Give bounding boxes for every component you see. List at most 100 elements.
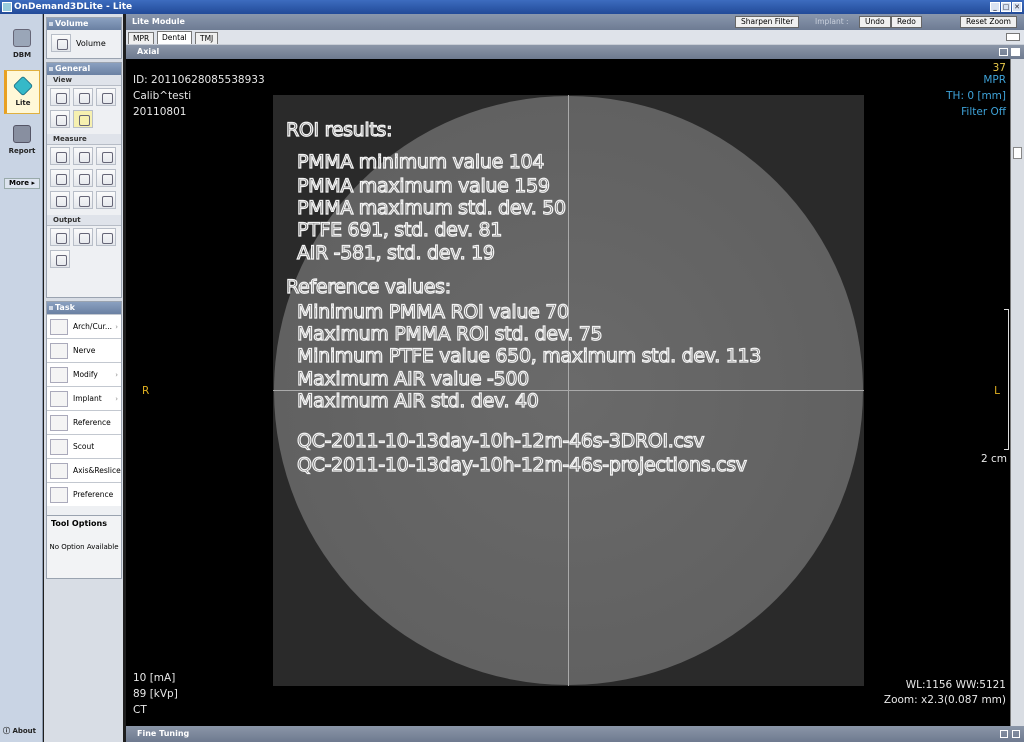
- roi-line: Maximum PMMA ROI std. dev. 75: [296, 322, 603, 345]
- area-measure-icon[interactable]: [73, 147, 93, 165]
- eraser-icon[interactable]: [73, 191, 93, 209]
- output-subheader: Output: [47, 215, 121, 226]
- tab-tmj[interactable]: TMJ: [195, 32, 219, 44]
- close-icon[interactable]: ✕: [1012, 2, 1022, 12]
- roi-line: QC-2011-10-13day-10h-12m-46s-3DROI.csv: [296, 429, 705, 452]
- task-item[interactable]: Reference: [47, 410, 121, 434]
- ruler-icon[interactable]: [50, 147, 70, 165]
- tool-options-header: Tool Options: [51, 519, 107, 528]
- cube-icon: [12, 75, 34, 97]
- fine-tuning-pin-icon[interactable]: [1000, 730, 1008, 738]
- app-icon: [2, 2, 12, 12]
- chevron-right-icon: ›: [115, 394, 118, 403]
- maximize-icon[interactable]: □: [1001, 2, 1011, 12]
- task-label: Axis&Reslice: [73, 466, 121, 475]
- tab-mpr[interactable]: MPR: [128, 32, 155, 44]
- nav-dbm-button[interactable]: DBM: [4, 22, 40, 66]
- left-marker: L: [994, 385, 1000, 397]
- view-header: Axial: [126, 45, 1024, 59]
- task-item[interactable]: Implant ›: [47, 386, 121, 410]
- filter-status: Filter Off: [961, 106, 1006, 118]
- sharpen-filter-button[interactable]: Sharpen Filter: [735, 16, 800, 28]
- axial-viewport[interactable]: ROI results: PMMA minimum value 104 PMMA m…: [126, 59, 1010, 726]
- export-icon[interactable]: [96, 228, 116, 246]
- implant-label: Implant :: [815, 17, 849, 26]
- delete-icon[interactable]: [96, 191, 116, 209]
- ct-phantom-image[interactable]: ROI results: PMMA minimum value 104 PMMA m…: [273, 95, 864, 686]
- fine-tuning-label: Fine Tuning: [137, 729, 190, 738]
- roi-line: PTFE 691, std. dev. 81: [296, 218, 503, 241]
- task-label: Modify: [73, 370, 98, 379]
- task-header: Task: [47, 302, 121, 314]
- patient-id: ID: 20110628085538933: [133, 74, 265, 86]
- brightness-icon[interactable]: [96, 88, 116, 106]
- text-annotation-icon[interactable]: [73, 110, 93, 128]
- task-list: Arch/Cur... › Nerve Modify › Implant › Referenc…: [47, 314, 121, 506]
- volume-button[interactable]: Volume: [47, 30, 121, 56]
- volume-icon: [51, 34, 71, 52]
- layout-icon[interactable]: [999, 48, 1008, 56]
- arrow-annotation-icon[interactable]: [96, 169, 116, 187]
- roi-icon[interactable]: [73, 169, 93, 187]
- view-title: Axial: [137, 47, 160, 56]
- roi-line: PMMA maximum std. dev. 50: [296, 196, 566, 219]
- copy-icon[interactable]: [73, 228, 93, 246]
- tab-dental[interactable]: Dental: [157, 31, 192, 44]
- rotate-icon[interactable]: [50, 110, 70, 128]
- task-item[interactable]: Axis&Reslice: [47, 458, 121, 482]
- tube-voltage: 89 [kVp]: [133, 688, 178, 700]
- roi-line: Maximum AIR value -500: [296, 367, 529, 390]
- maximize-view-icon[interactable]: [1011, 48, 1020, 56]
- general-section: General View Measure Output: [46, 62, 122, 298]
- task-label: Implant: [73, 394, 102, 403]
- task-item[interactable]: Nerve: [47, 338, 121, 362]
- general-header: General: [47, 63, 121, 75]
- nav-report-label: Report: [8, 147, 36, 155]
- database-icon: [13, 29, 31, 47]
- fine-tuning-bar[interactable]: Fine Tuning: [126, 726, 1024, 742]
- scale-bar: [1004, 309, 1009, 450]
- view-subheader: View: [47, 75, 121, 86]
- capture-icon[interactable]: [50, 228, 70, 246]
- undo-button[interactable]: Undo: [859, 16, 891, 28]
- redo-button[interactable]: Redo: [891, 16, 922, 28]
- task-icon: [50, 414, 68, 431]
- scrollbar-thumb[interactable]: [1013, 147, 1022, 159]
- task-item[interactable]: Scout: [47, 434, 121, 458]
- about-button[interactable]: ⓘ About: [3, 726, 36, 736]
- angle-icon[interactable]: [96, 147, 116, 165]
- nav-lite-button[interactable]: Lite: [4, 70, 40, 114]
- window-level: WL:1156 WW:5121: [905, 679, 1006, 691]
- nav-report-button[interactable]: Report: [4, 118, 40, 162]
- print-icon[interactable]: [50, 250, 70, 268]
- window-title: OnDemand3DLite - Lite: [14, 2, 133, 12]
- fine-tuning-expand-icon[interactable]: [1012, 730, 1020, 738]
- volume-section: Volume Volume: [46, 17, 122, 59]
- roi-heading: ROI results:: [285, 118, 393, 141]
- reset-zoom-button[interactable]: Reset Zoom: [960, 16, 1017, 28]
- task-item[interactable]: Arch/Cur... ›: [47, 314, 121, 338]
- task-item[interactable]: Modify ›: [47, 362, 121, 386]
- roi-line: PMMA maximum value 159: [296, 174, 550, 197]
- profile-icon[interactable]: [50, 169, 70, 187]
- minimize-icon[interactable]: _: [990, 2, 1000, 12]
- more-button[interactable]: More ▸: [4, 178, 40, 189]
- roi-line: Minimum PTFE value 650, maximum std. dev…: [296, 344, 762, 367]
- slice-number: 37: [992, 62, 1006, 74]
- zoom-level: Zoom: x2.3(0.087 mm): [883, 694, 1006, 706]
- task-icon: [50, 462, 68, 479]
- task-icon: [50, 318, 68, 335]
- select-icon[interactable]: [50, 191, 70, 209]
- zoom-icon[interactable]: [73, 88, 93, 106]
- nav-dbm-label: DBM: [12, 51, 32, 59]
- viewport-scrollbar[interactable]: [1010, 59, 1024, 726]
- task-item[interactable]: Preference: [47, 482, 121, 506]
- volume-label: Volume: [76, 38, 106, 48]
- pan-icon[interactable]: [50, 88, 70, 106]
- task-label: Preference: [73, 490, 114, 499]
- tab-scroll-icon[interactable]: [1006, 33, 1020, 41]
- window-titlebar: OnDemand3DLite - Lite _ □ ✕: [0, 0, 1024, 14]
- roi-line: AIR -581, std. dev. 19: [296, 241, 495, 264]
- module-bar: Lite Module Sharpen Filter Implant : Und…: [126, 14, 1024, 30]
- right-marker: R: [142, 385, 150, 397]
